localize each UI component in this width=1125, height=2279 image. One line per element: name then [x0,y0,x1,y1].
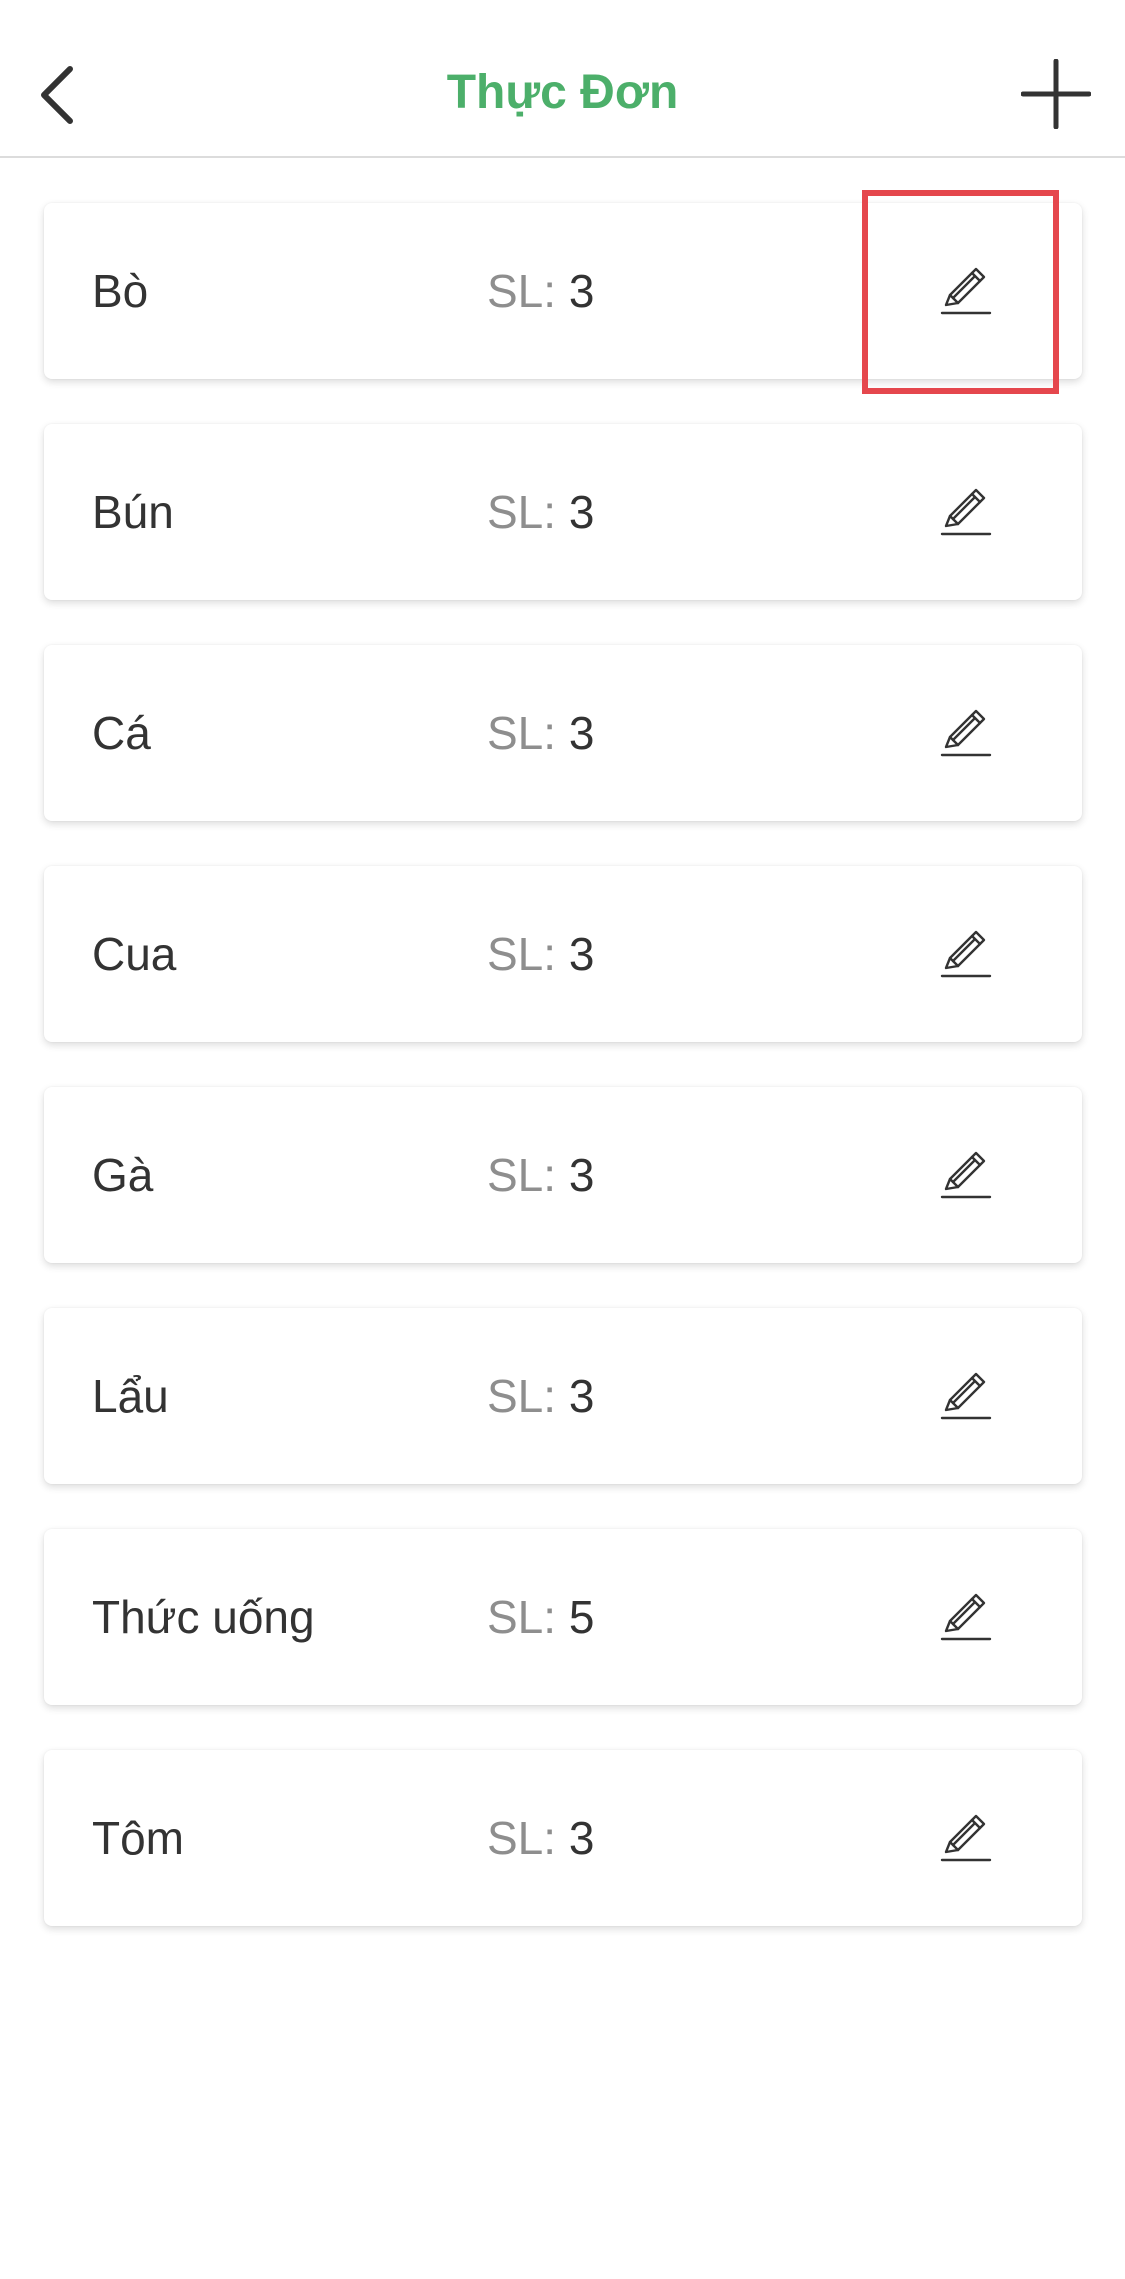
menu-list: Bò SL: 3 Bún SL: 3 Cá SL: 3 Cua SL: 3 Gà… [44,203,1082,1971]
quantity-label: SL: [487,928,557,980]
menu-item-card[interactable]: Cua SL: 3 [44,866,1082,1042]
edit-button[interactable] [924,472,1004,552]
menu-item-name: Lẩu [92,1370,169,1422]
quantity-label: SL: [487,707,557,759]
pencil-icon [940,1814,992,1862]
plus-icon [1021,59,1091,129]
menu-item-name: Gà [92,1149,154,1201]
page-title: Thực Đơn [446,66,679,119]
quantity-value: 3 [568,486,595,538]
menu-item-name: Thức uống [92,1591,315,1643]
quantity-value: 3 [568,1812,595,1864]
menu-item-quantity: SL: 3 [487,203,594,379]
quantity-value: 3 [568,1149,595,1201]
menu-item-name: Cá [92,707,151,759]
menu-item-card[interactable]: Lẩu SL: 3 [44,1308,1082,1484]
pencil-icon [940,1151,992,1199]
menu-item-card[interactable]: Bò SL: 3 [44,203,1082,379]
edit-button[interactable] [924,251,1004,331]
quantity-label: SL: [487,1149,557,1201]
menu-item-quantity: SL: 3 [487,645,594,821]
edit-button[interactable] [924,1798,1004,1878]
edit-button[interactable] [924,1577,1004,1657]
menu-item-card[interactable]: Tôm SL: 3 [44,1750,1082,1926]
menu-item-card[interactable]: Thức uống SL: 5 [44,1529,1082,1705]
pencil-icon [940,488,992,536]
quantity-label: SL: [487,265,557,317]
quantity-value: 5 [568,1591,595,1643]
quantity-label: SL: [487,1812,557,1864]
quantity-value: 3 [568,928,595,980]
quantity-label: SL: [487,1591,557,1643]
quantity-label: SL: [487,486,557,538]
header-bar: Thực Đơn [0,0,1125,158]
menu-item-quantity: SL: 5 [487,1529,594,1705]
menu-item-name: Cua [92,928,177,980]
menu-item-quantity: SL: 3 [487,424,594,600]
edit-button[interactable] [924,1356,1004,1436]
menu-item-name: Bún [92,486,174,538]
pencil-icon [940,1372,992,1420]
menu-item-quantity: SL: 3 [487,1308,594,1484]
menu-item-card[interactable]: Bún SL: 3 [44,424,1082,600]
quantity-label: SL: [487,1370,557,1422]
quantity-value: 3 [568,265,595,317]
menu-item-name: Tôm [92,1812,184,1864]
edit-button[interactable] [924,1135,1004,1215]
menu-item-quantity: SL: 3 [487,866,594,1042]
menu-item-card[interactable]: Gà SL: 3 [44,1087,1082,1263]
menu-item-card[interactable]: Cá SL: 3 [44,645,1082,821]
edit-button[interactable] [924,693,1004,773]
add-button[interactable] [1016,54,1096,134]
pencil-icon [940,930,992,978]
pencil-icon [940,709,992,757]
menu-item-quantity: SL: 3 [487,1750,594,1926]
edit-button[interactable] [924,914,1004,994]
menu-item-quantity: SL: 3 [487,1087,594,1263]
pencil-icon [940,1593,992,1641]
pencil-icon [940,267,992,315]
quantity-value: 3 [568,1370,595,1422]
quantity-value: 3 [568,707,595,759]
menu-item-name: Bò [92,265,149,317]
